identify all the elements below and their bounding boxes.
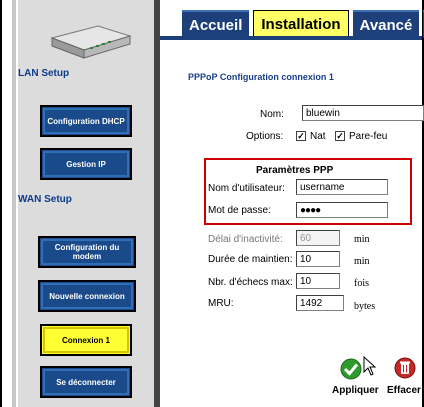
username-input[interactable]	[296, 179, 388, 195]
top-tabs: Accueil Installation Avancé	[182, 10, 424, 38]
wan-setup-label: WAN Setup	[18, 194, 72, 205]
nav-se-deconnecter[interactable]: Se déconnecter	[40, 366, 132, 398]
nav-configuration-dhcp[interactable]: Configuration DHCP	[40, 105, 132, 137]
username-label: Nom d'utilisateur:	[208, 183, 285, 194]
router-device-image	[50, 25, 132, 59]
keepalive-input[interactable]	[296, 251, 340, 267]
mru-unit: bytes	[354, 301, 376, 312]
nav-connexion-1[interactable]: Connexion 1	[40, 324, 132, 356]
max-failures-unit: fois	[354, 278, 369, 289]
delete-button-label[interactable]: Effacer	[387, 385, 422, 396]
keepalive-unit: min	[354, 256, 370, 267]
tab-installation[interactable]: Installation	[253, 10, 349, 38]
apply-check-icon[interactable]	[340, 358, 362, 380]
max-failures-input[interactable]	[296, 273, 340, 289]
delete-trash-icon[interactable]	[394, 357, 416, 379]
firewall-checkbox[interactable]: ✓	[335, 131, 345, 141]
tab-avance[interactable]: Avancé	[352, 10, 420, 38]
idle-timeout-label: Délai d'inactivité:	[208, 234, 283, 245]
name-label: Nom:	[260, 109, 284, 120]
keepalive-label: Durée de maintien:	[208, 254, 293, 265]
sidebar-edge	[12, 0, 16, 407]
mru-input[interactable]	[296, 295, 344, 311]
password-label: Mot de passe:	[208, 205, 271, 216]
page-heading: PPPoP Configuration connexion 1	[188, 72, 334, 82]
nav-gestion-ip[interactable]: Gestion IP	[40, 148, 132, 180]
apply-button-label[interactable]: Appliquer	[332, 385, 379, 396]
nav-configuration-modem[interactable]: Configuration du modem	[38, 236, 136, 268]
ppp-parameters-title: Paramètres PPP	[256, 165, 334, 176]
mouse-cursor-icon	[363, 356, 377, 376]
firewall-label: Pare-feu	[349, 131, 388, 142]
tab-accueil[interactable]: Accueil	[182, 10, 250, 38]
lan-setup-label: LAN Setup	[18, 68, 70, 79]
mru-label: MRU:	[208, 298, 234, 309]
nat-checkbox[interactable]: ✓	[296, 131, 306, 141]
nat-label: Nat	[310, 131, 326, 142]
idle-timeout-unit: min	[354, 234, 370, 245]
idle-timeout-input[interactable]	[296, 230, 340, 246]
nav-nouvelle-connexion[interactable]: Nouvelle connexion	[38, 280, 136, 312]
name-input[interactable]	[302, 105, 424, 121]
sidebar: LAN Setup Configuration DHCP Gestion IP …	[12, 0, 160, 407]
password-input[interactable]	[296, 202, 388, 218]
max-failures-label: Nbr. d'échecs max:	[208, 277, 293, 288]
options-label: Options:	[246, 131, 284, 142]
tab-underline-bar	[160, 36, 422, 40]
